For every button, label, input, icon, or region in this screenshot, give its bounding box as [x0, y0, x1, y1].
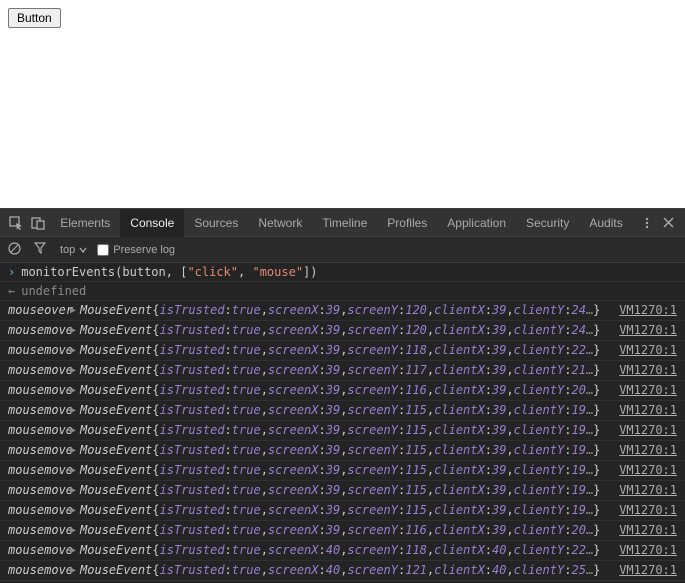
console-log-row[interactable]: mousemove▶MouseEvent {isTrusted: true, s…	[0, 521, 685, 541]
tab-network[interactable]: Network	[248, 209, 312, 237]
demo-button[interactable]: Button	[8, 8, 61, 28]
context-label: top	[60, 244, 75, 256]
device-toolbar-icon[interactable]	[28, 212, 48, 234]
tab-audits[interactable]: Audits	[579, 209, 632, 237]
source-link[interactable]: VM1270:1	[607, 462, 677, 479]
source-link[interactable]: VM1270:1	[607, 342, 677, 359]
console-log-row[interactable]: mouseover▶MouseEvent {isTrusted: true, s…	[0, 301, 685, 321]
source-link[interactable]: VM1270:1	[607, 382, 677, 399]
console-log-row[interactable]: mousemove▶MouseEvent {isTrusted: true, s…	[0, 361, 685, 381]
source-link[interactable]: VM1270:1	[607, 402, 677, 419]
console-log-row[interactable]: mousemove▶MouseEvent {isTrusted: true, s…	[0, 541, 685, 561]
source-link[interactable]: VM1270:1	[607, 522, 677, 539]
chevron-down-icon	[79, 246, 87, 254]
tab-console[interactable]: Console	[120, 209, 184, 237]
source-link[interactable]: VM1270:1	[607, 542, 677, 559]
command-text: monitorEvents(button, ["click", "mouse"]…	[21, 265, 317, 279]
console-toolbar: top Preserve log	[0, 237, 685, 263]
return-value: undefined	[21, 284, 86, 298]
tab-sources[interactable]: Sources	[184, 209, 248, 237]
tab-timeline[interactable]: Timeline	[312, 209, 377, 237]
preserve-log-checkbox[interactable]	[97, 244, 109, 256]
tab-elements[interactable]: Elements	[50, 209, 120, 237]
console-log-row[interactable]: mousemove▶MouseEvent {isTrusted: true, s…	[0, 401, 685, 421]
console-log-area[interactable]: mouseover▶MouseEvent {isTrusted: true, s…	[0, 301, 685, 583]
console-log-row[interactable]: mousemove▶MouseEvent {isTrusted: true, s…	[0, 421, 685, 441]
console-log-row[interactable]: mousemove▶MouseEvent {isTrusted: true, s…	[0, 321, 685, 341]
console-log-row[interactable]: mousemove▶MouseEvent {isTrusted: true, s…	[0, 441, 685, 461]
return-icon: ←	[8, 284, 15, 298]
tab-application[interactable]: Application	[437, 209, 516, 237]
clear-console-icon[interactable]	[8, 242, 24, 258]
console-log-row[interactable]: mousemove▶MouseEvent {isTrusted: true, s…	[0, 481, 685, 501]
preserve-log-label: Preserve log	[113, 244, 175, 256]
tab-security[interactable]: Security	[516, 209, 579, 237]
page-viewport: Button	[0, 0, 685, 208]
source-link[interactable]: VM1270:1	[607, 442, 677, 459]
context-selector[interactable]: top	[60, 244, 87, 256]
source-link[interactable]: VM1270:1	[607, 362, 677, 379]
console-log-row[interactable]: mousemove▶MouseEvent {isTrusted: true, s…	[0, 501, 685, 521]
preserve-log-toggle[interactable]: Preserve log	[97, 244, 175, 256]
prompt-icon: ›	[8, 265, 15, 279]
source-link[interactable]: VM1270:1	[607, 562, 677, 579]
console-log-row[interactable]: mousemove▶MouseEvent {isTrusted: true, s…	[0, 341, 685, 361]
console-log-row[interactable]: mousemove▶MouseEvent {isTrusted: true, s…	[0, 381, 685, 401]
source-link[interactable]: VM1270:1	[607, 502, 677, 519]
devtools-tabbar: ElementsConsoleSourcesNetworkTimelinePro…	[0, 209, 685, 237]
close-devtools-icon[interactable]	[659, 212, 679, 234]
filter-icon[interactable]	[34, 242, 50, 258]
console-command-line: › monitorEvents(button, ["click", "mouse…	[0, 263, 685, 282]
console-log-row[interactable]: mousemove▶MouseEvent {isTrusted: true, s…	[0, 461, 685, 481]
source-link[interactable]: VM1270:1	[607, 482, 677, 499]
source-link[interactable]: VM1270:1	[607, 322, 677, 339]
console-log-row[interactable]: mousemove▶MouseEvent {isTrusted: true, s…	[0, 561, 685, 581]
devtools-panel: ElementsConsoleSourcesNetworkTimelinePro…	[0, 208, 685, 583]
source-link[interactable]: VM1270:1	[607, 302, 677, 319]
tab-profiles[interactable]: Profiles	[377, 209, 437, 237]
source-link[interactable]: VM1270:1	[607, 422, 677, 439]
console-return-line: ← undefined	[0, 282, 685, 301]
kebab-menu-icon[interactable]	[637, 212, 657, 234]
inspect-element-icon[interactable]	[6, 212, 26, 234]
